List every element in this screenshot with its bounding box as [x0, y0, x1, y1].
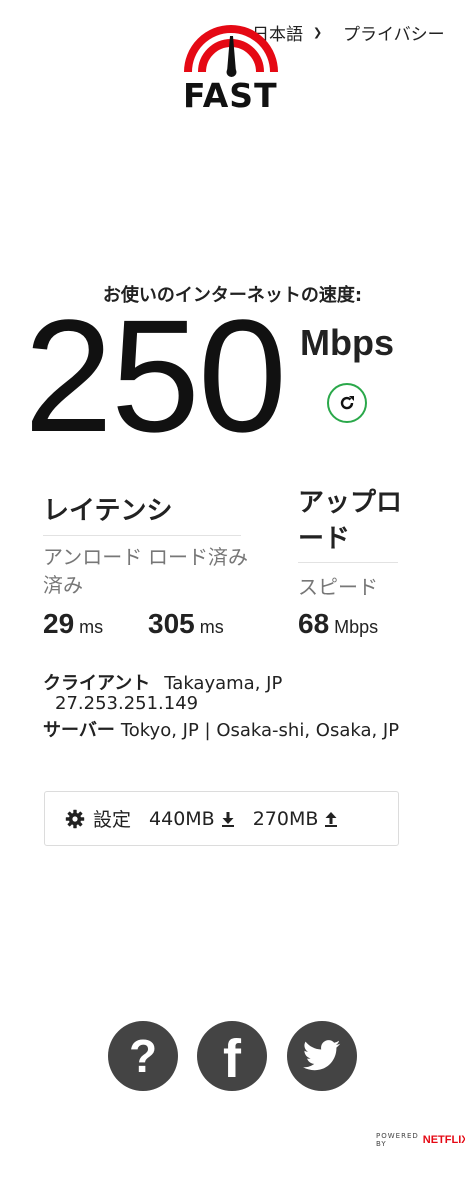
upload-speed-label: スピード: [298, 575, 378, 599]
loaded-label: ロード済み: [148, 545, 248, 569]
loaded-latency: 305 ms: [148, 608, 224, 640]
latency-divider: [43, 535, 241, 536]
facebook-icon: f: [223, 1029, 241, 1089]
gear-icon: [65, 809, 85, 828]
facebook-button[interactable]: f: [197, 1021, 267, 1091]
upload-divider: [298, 562, 398, 563]
server-locations: Tokyo, JP | Osaka-shi, Osaka, JP: [120, 720, 400, 741]
upload-size: 270MB: [252, 807, 319, 830]
unloaded-latency: 29 ms: [43, 608, 103, 640]
twitter-button[interactable]: [287, 1021, 357, 1091]
client-label: クライアント: [43, 673, 151, 694]
server-info: サーバー Tokyo, JP | Osaka-shi, Osaka, JP: [43, 719, 433, 743]
unloaded-label: アンロード済み: [43, 545, 143, 597]
refresh-button[interactable]: [327, 383, 367, 423]
loaded-value: 305: [148, 608, 195, 639]
help-icon: ?: [128, 1030, 158, 1082]
powered-by-label: POWERED BY: [376, 1132, 419, 1148]
logo-text: FAST: [183, 76, 278, 115]
refresh-icon: [340, 396, 354, 410]
unloaded-unit: ms: [79, 617, 104, 637]
upload-unit: Mbps: [334, 617, 379, 637]
settings-label: 設定: [93, 809, 132, 831]
loaded-unit: ms: [199, 617, 224, 637]
upload-title: アップロード: [298, 488, 403, 554]
chevron-down-icon: ❯: [313, 26, 323, 39]
client-location: Takayama, JP: [164, 673, 283, 694]
upload-icon: [325, 811, 338, 827]
settings-button[interactable]: 設定 440MB 270MB: [44, 791, 399, 846]
latency-title: レイテンシ: [43, 496, 173, 526]
privacy-link[interactable]: プライバシー: [343, 20, 445, 45]
powered-by-netflix[interactable]: POWERED BY NETFLIX: [376, 1132, 465, 1148]
client-ip: 27.253.251.149: [55, 693, 199, 714]
speed-value: 250: [24, 286, 287, 465]
upload-speed: 68 Mbps: [298, 608, 378, 640]
help-button[interactable]: ?: [108, 1021, 178, 1091]
upload-value: 68: [298, 608, 330, 639]
server-label: サーバー: [43, 720, 115, 741]
twitter-icon: [303, 1040, 341, 1071]
download-icon: [221, 811, 234, 827]
netflix-logo: NETFLIX: [422, 1134, 465, 1146]
speed-unit: Mbps: [300, 322, 394, 363]
unloaded-value: 29: [43, 608, 75, 639]
download-size: 440MB: [149, 807, 215, 830]
client-info: クライアント Takayama, JP: [43, 669, 282, 695]
